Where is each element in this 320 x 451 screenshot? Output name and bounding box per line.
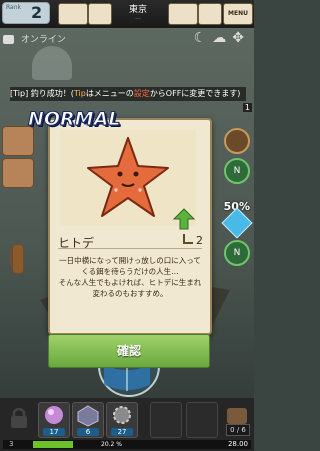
online-label: オンライン <box>20 35 66 45</box>
catch-result-modal: NORMAL ヒトデ 2 一日中横になって開けっ放しの口に入って くる餌を待らう… <box>27 108 212 384</box>
bait-slot-3-count: 27 <box>111 428 133 436</box>
tip-banner: [Tip] 釣り成功！(Tipはメニューの設定からOFFに変更できます) <box>10 87 246 101</box>
menu-button[interactable]: MENU <box>223 3 253 25</box>
top-button-2[interactable] <box>88 3 112 25</box>
online-status[interactable]: オンライン <box>3 32 66 45</box>
rank-value: 2 <box>31 3 43 22</box>
right-side-count: 1 <box>242 103 252 112</box>
bait-slot-5[interactable] <box>186 402 218 438</box>
bag-counter: 0 / 6 <box>226 424 250 436</box>
fish-card: ヒトデ 2 一日中横になって開けっ放しの口に入って くる餌を待らうだけの人生… … <box>48 118 212 335</box>
description-line-2: くる餌を待らうだけの人生… <box>81 267 179 276</box>
tip-prefix: [Tip] 釣り成功！( <box>10 89 74 98</box>
experience-total: 28.00 <box>227 440 248 448</box>
top-bar: Rank 2 東京 ... MENU <box>0 0 254 28</box>
experience-bar: 3 20.2 % 28.00 <box>3 440 251 449</box>
bait-slot-2[interactable]: 6 <box>72 402 104 438</box>
parachute-silhouette <box>32 46 72 80</box>
level-icon <box>183 234 193 244</box>
side-badge-2-label: N <box>233 248 241 258</box>
side-badge-1[interactable]: N <box>224 158 250 184</box>
rank-badge[interactable]: Rank 2 <box>2 2 50 24</box>
experience-percent: 20.2 % <box>101 441 122 448</box>
rarity-label: NORMAL <box>27 108 121 131</box>
menu-label: MENU <box>228 10 248 17</box>
description-line-1: 一日中横になって開けっ放しの口に入って <box>59 256 201 265</box>
top-button-1[interactable] <box>58 3 88 25</box>
tip-word: Tip <box>73 89 86 98</box>
fish-level-value: 2 <box>196 234 203 247</box>
experience-fill <box>33 441 73 448</box>
description-line-4: 変わるのもおすすめ。 <box>92 289 168 298</box>
player-level: 3 <box>9 440 14 448</box>
top-button-3[interactable] <box>168 3 198 25</box>
confirm-button[interactable]: 確認 <box>48 334 210 368</box>
tip-suffix: からOFFに変更できます) <box>149 89 241 98</box>
bait-orb-icon <box>45 406 63 424</box>
bait-slot-1[interactable]: 17 <box>38 402 70 438</box>
crown-icon[interactable] <box>224 128 250 154</box>
rank-label: Rank <box>6 4 21 11</box>
description-line-3: そんな人生でもよければ、ヒトデに生まれ <box>58 278 202 287</box>
moon-icon[interactable]: ☾ <box>194 30 213 46</box>
lantern-icon <box>12 244 24 274</box>
location-dots: ... <box>135 14 141 21</box>
side-badge-1-label: N <box>233 166 241 176</box>
side-badge-2[interactable]: N <box>224 240 250 266</box>
location-label: 東京 ... <box>113 2 163 21</box>
card-divider <box>58 248 202 249</box>
bait-gear-icon <box>113 406 131 424</box>
tip-settings-word: 設定 <box>133 89 150 98</box>
tool-icons: ☾☁✥ <box>194 30 250 46</box>
chat-icon <box>3 35 14 44</box>
avatar-tile-1[interactable] <box>2 126 34 156</box>
bait-slot-1-count: 17 <box>43 428 65 436</box>
top-button-4[interactable] <box>198 3 222 25</box>
fish-level: 2 <box>183 234 203 247</box>
bait-slot-4[interactable] <box>150 402 182 438</box>
lock-icon[interactable] <box>4 402 34 436</box>
cloud-icon[interactable]: ☁ <box>212 30 232 46</box>
bait-slot-3[interactable]: 27 <box>106 402 138 438</box>
gamepad-icon[interactable]: ✥ <box>232 30 250 46</box>
level-up-arrow-icon <box>173 208 195 230</box>
fish-description: 一日中横になって開けっ放しの口に入って くる餌を待らうだけの人生… そんな人生で… <box>58 255 202 299</box>
avatar-tile-2[interactable] <box>2 158 34 188</box>
tip-middle: はメニューの <box>85 89 134 98</box>
bait-gem-icon <box>77 405 99 427</box>
bait-slot-2-count: 6 <box>77 428 99 436</box>
